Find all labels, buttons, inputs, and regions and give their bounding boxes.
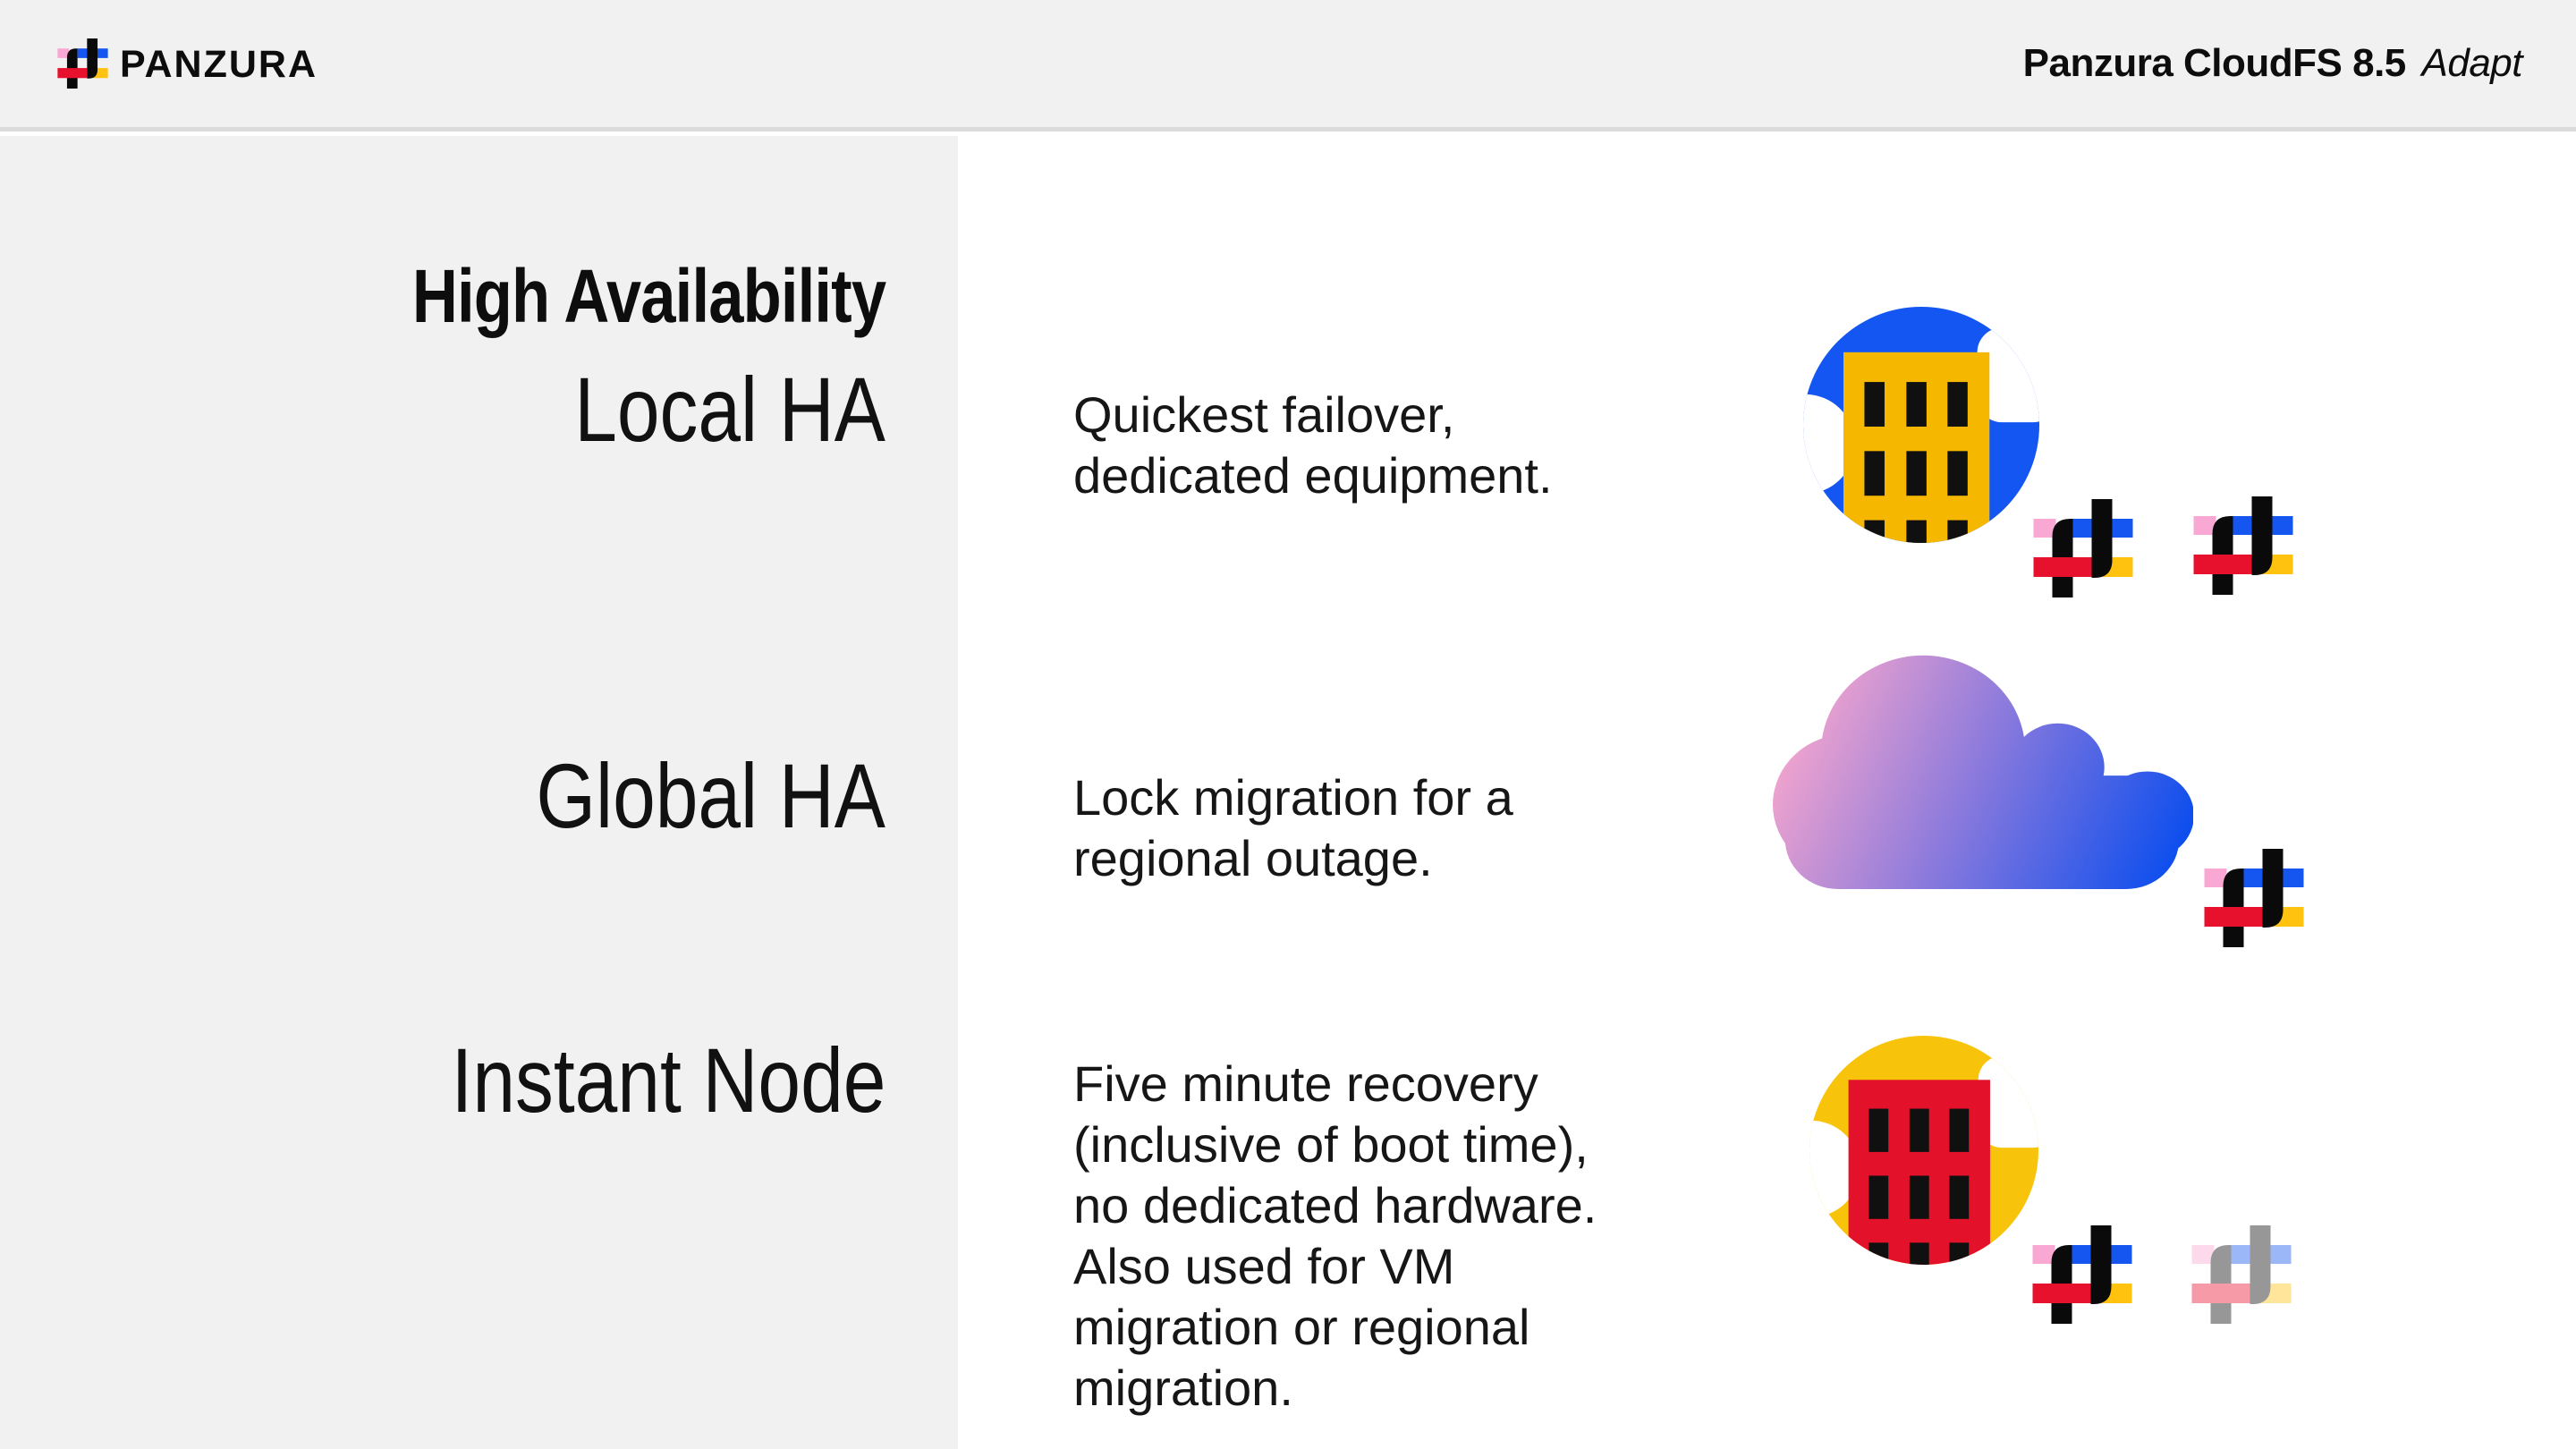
description-line: regional outage. — [1073, 828, 1513, 889]
instant-node-description: Five minute recovery (inclusive of boot … — [1073, 1054, 1597, 1419]
brand: PANZURA — [57, 38, 318, 89]
local-ha-building-badge-icon — [1803, 307, 2039, 543]
panzura-logo-faded-icon — [2191, 1225, 2292, 1324]
description-line: (inclusive of boot time), — [1073, 1114, 1597, 1175]
panzura-logo-icon — [2033, 499, 2133, 597]
product-name: Panzura CloudFS 8.5 — [2023, 41, 2406, 85]
sidebar: High Availability Local HA Global HA Ins… — [0, 136, 958, 1449]
product-edition: Adapt — [2422, 41, 2522, 85]
description-line: Quickest failover, — [1073, 385, 1553, 445]
sidebar-item-instant-node: Instant Node — [451, 1035, 886, 1126]
brand-wordmark: PANZURA — [120, 43, 318, 87]
description-line: Five minute recovery — [1073, 1054, 1597, 1114]
panzura-logo-icon — [2032, 1225, 2132, 1324]
panzura-logo-icon — [2193, 496, 2293, 595]
description-line: migration. — [1073, 1358, 1597, 1419]
description-line: dedicated equipment. — [1073, 445, 1553, 506]
global-ha-description: Lock migration for a regional outage. — [1073, 767, 1513, 889]
product-title: Panzura CloudFS 8.5 Adapt — [2023, 41, 2522, 86]
local-ha-description: Quickest failover, dedicated equipment. — [1073, 385, 1553, 506]
sidebar-heading: High Availability — [412, 258, 886, 334]
description-line: migration or regional — [1073, 1297, 1597, 1358]
content-area: Quickest failover, dedicated equipment. … — [958, 136, 2576, 1449]
sidebar-item-global-ha: Global HA — [536, 750, 886, 842]
description-line: no dedicated hardware. — [1073, 1175, 1597, 1236]
panzura-logo-icon — [2204, 849, 2304, 947]
panzura-mark-icon — [57, 38, 108, 89]
slide: PANZURA Panzura CloudFS 8.5 Adapt High A… — [0, 0, 2576, 1449]
description-line: Also used for VM — [1073, 1236, 1597, 1297]
description-line: Lock migration for a — [1073, 767, 1513, 828]
instant-node-building-badge-icon — [1809, 1036, 2038, 1265]
sidebar-item-local-ha: Local HA — [574, 364, 886, 455]
gradient-cloud-icon — [1773, 653, 2193, 889]
header-bar: PANZURA Panzura CloudFS 8.5 Adapt — [0, 0, 2576, 131]
